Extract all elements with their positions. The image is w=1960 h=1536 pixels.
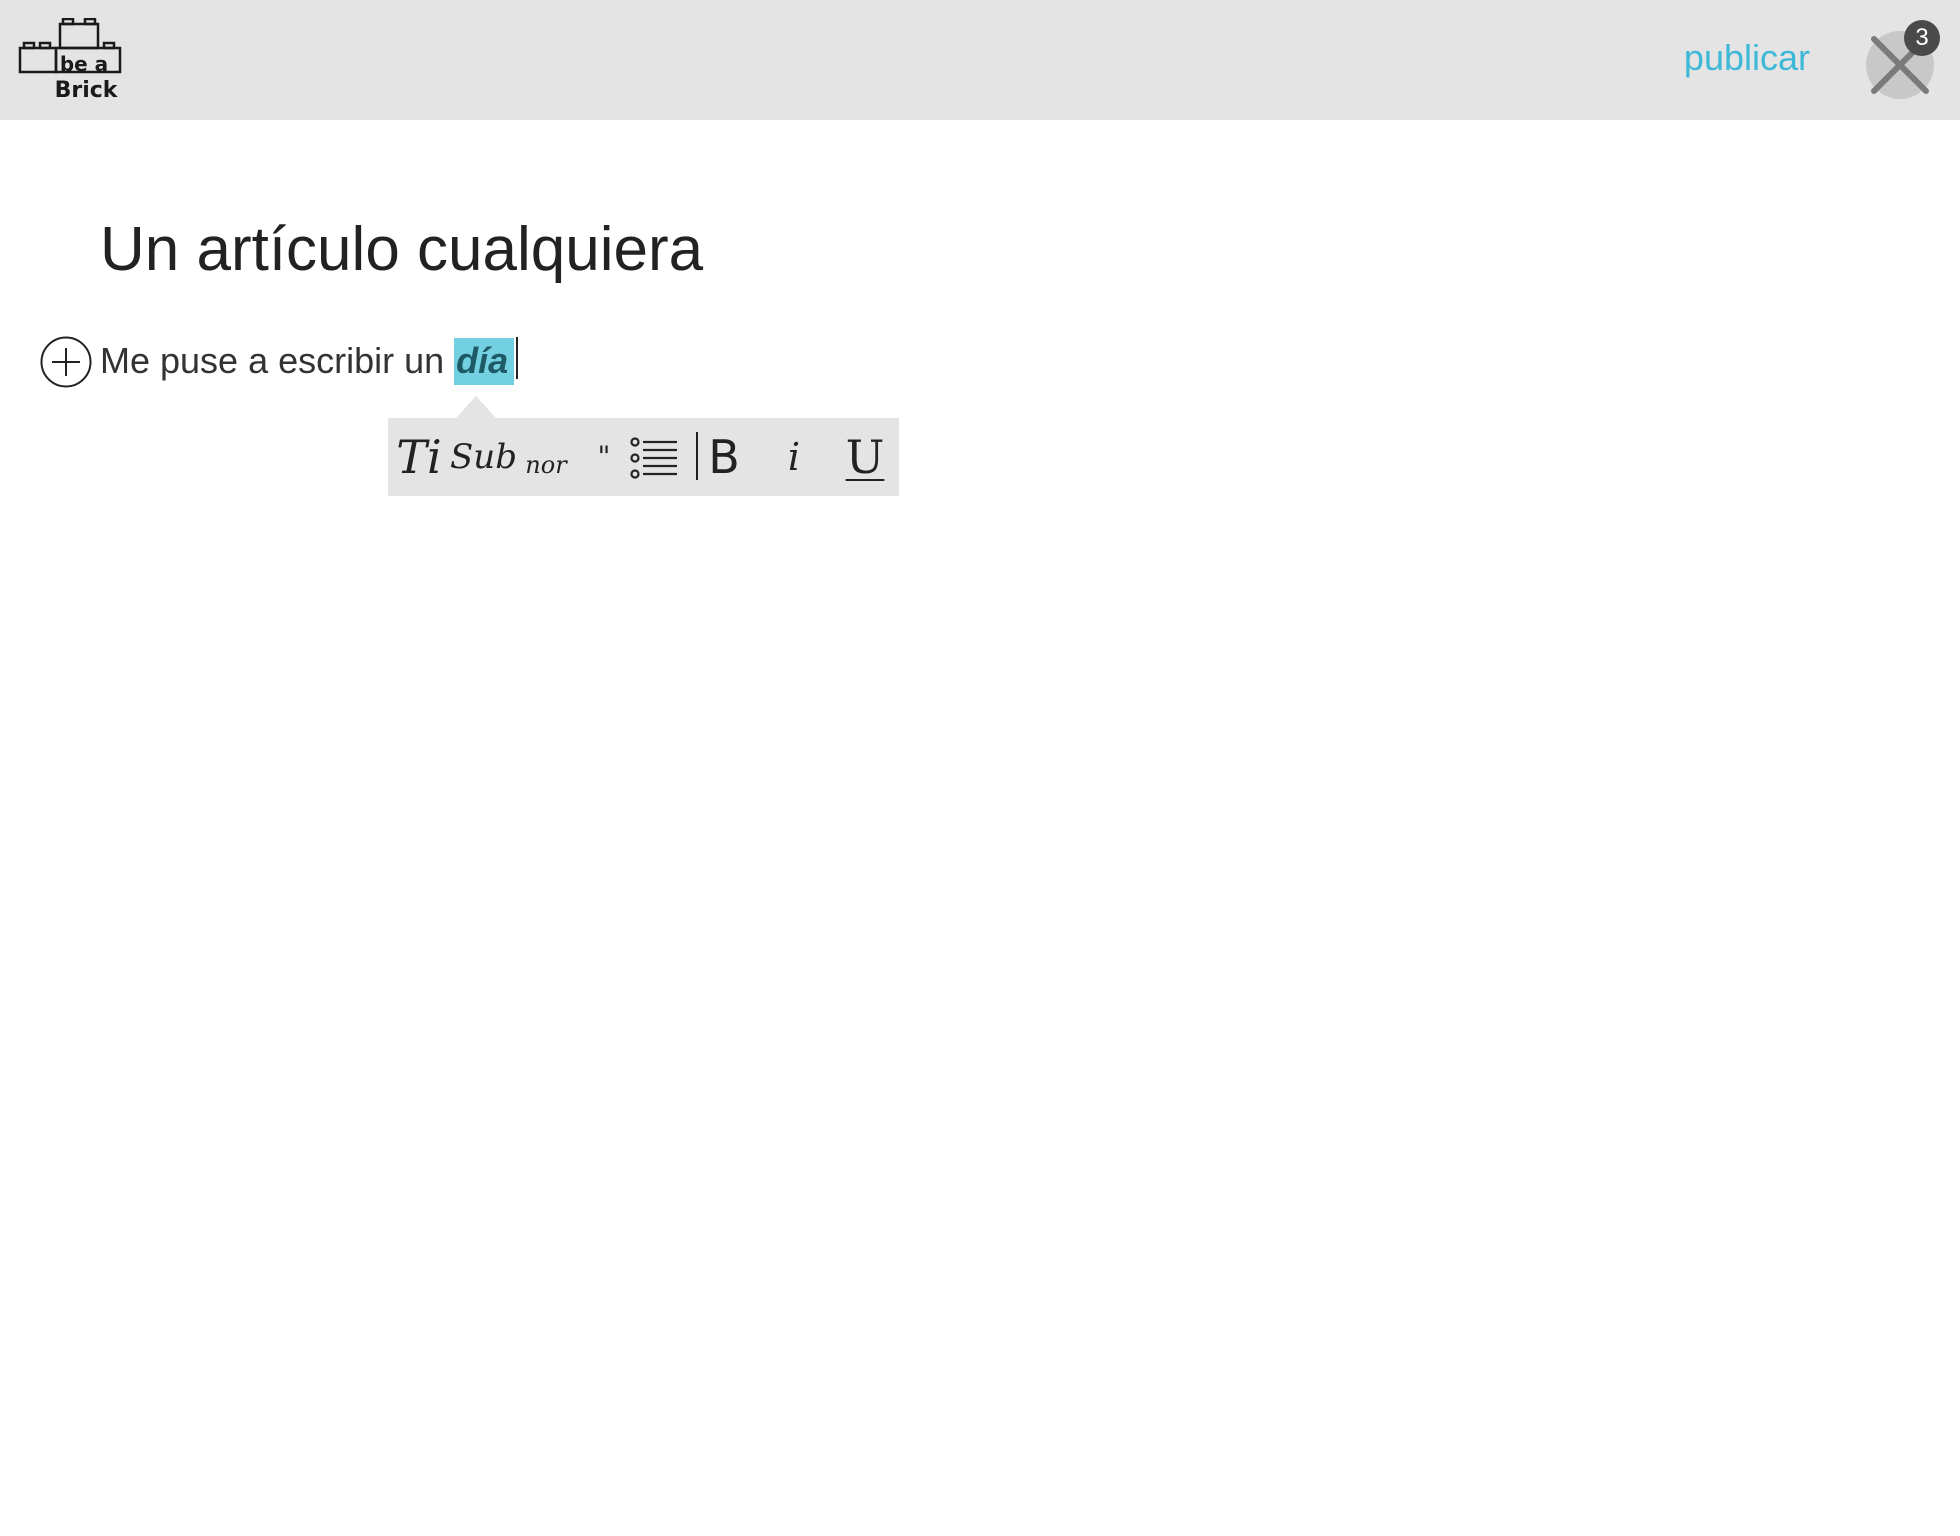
format-toolbar: Ti Sub nor " B i U [388,418,899,496]
add-block-button[interactable] [40,336,92,388]
top-bar: be a Brick publicar 3 [0,0,1960,120]
logo-text-top: be a [60,52,108,76]
underline-button[interactable]: U [844,418,886,496]
bullet-list-icon [630,437,677,479]
normal-format-button[interactable]: nor [516,418,576,496]
logo-text-bottom: Brick [55,78,119,102]
article-title[interactable]: Un artículo cualquiera [100,208,703,292]
text-caret [516,337,519,379]
bold-button[interactable]: B [704,418,744,496]
selected-text[interactable]: día [454,338,515,385]
article-paragraph[interactable]: Me puse a escribir un día [100,336,519,386]
plus-circle-icon [40,336,92,388]
list-format-button[interactable] [628,418,680,496]
italic-button[interactable]: i [776,418,812,496]
notification-badge: 3 [1904,20,1940,56]
title-format-button[interactable]: Ti [392,418,446,496]
subtitle-format-button[interactable]: Sub [450,418,517,496]
quote-format-button[interactable]: " [592,418,616,496]
toolbar-divider [696,432,698,480]
be-a-brick-logo[interactable]: be a Brick [18,18,124,102]
brick-logo-icon: be a Brick [18,18,122,102]
toolbar-pointer [456,396,496,418]
paragraph-text: Me puse a escribir un [100,340,455,381]
publish-button[interactable]: publicar [1684,34,1810,82]
